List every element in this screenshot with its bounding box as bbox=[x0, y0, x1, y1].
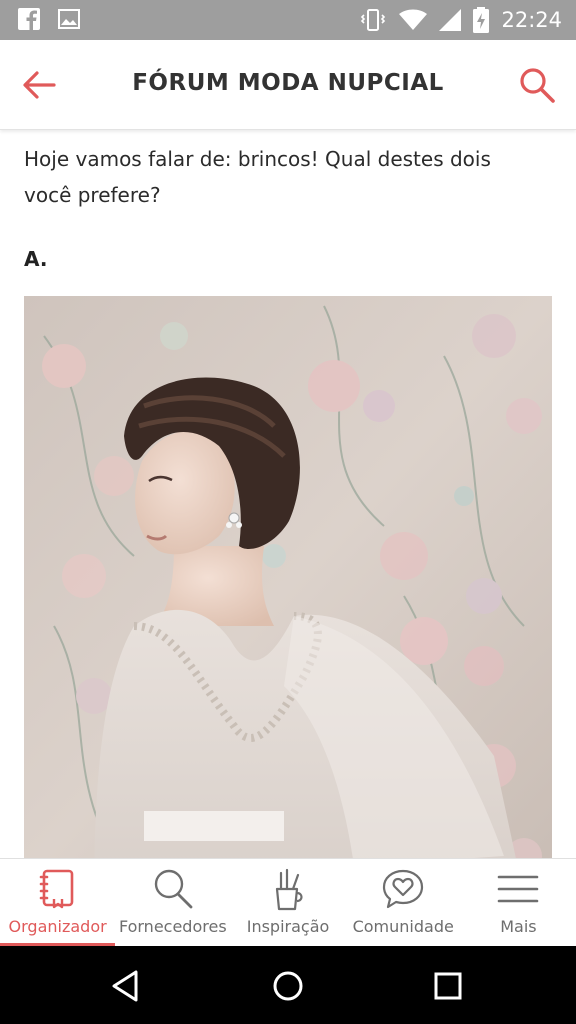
status-time: 22:24 bbox=[501, 8, 562, 32]
back-triangle-icon[interactable] bbox=[106, 966, 146, 1006]
post-text: Hoje vamos falar de: brincos! Qual deste… bbox=[24, 147, 491, 207]
app-bar: FÓRUM MODA NUPCIAL bbox=[0, 40, 576, 130]
page-title: FÓRUM MODA NUPCIAL bbox=[132, 70, 444, 96]
menu-icon bbox=[498, 875, 539, 903]
recents-square-icon[interactable] bbox=[428, 966, 468, 1006]
heart-chat-icon bbox=[383, 869, 424, 909]
post-content: Hoje vamos falar de: brincos! Qual deste… bbox=[0, 131, 576, 858]
home-circle-icon[interactable] bbox=[268, 966, 308, 1006]
nav-label-fornecedores: Fornecedores bbox=[118, 917, 227, 936]
status-bar: 22:24 bbox=[0, 0, 576, 40]
nav-item-inspiracao[interactable]: Inspiração bbox=[230, 859, 345, 946]
nav-item-mais[interactable]: Mais bbox=[461, 859, 576, 946]
wifi-icon bbox=[399, 9, 428, 30]
bride-photo-illustration bbox=[24, 296, 552, 858]
status-right-icons: 22:24 bbox=[359, 7, 562, 33]
bottom-navigation: Organizador Fornecedores Inspiração Comu… bbox=[0, 858, 576, 946]
nav-label-mais: Mais bbox=[500, 917, 537, 936]
search-icon[interactable] bbox=[518, 66, 556, 104]
system-navigation-bar bbox=[0, 946, 576, 1024]
nav-label-comunidade: Comunidade bbox=[352, 917, 454, 936]
signal-icon bbox=[439, 9, 462, 31]
nav-label-inspiracao: Inspiração bbox=[246, 917, 330, 936]
search-icon bbox=[154, 869, 193, 909]
battery-charging-icon bbox=[473, 7, 490, 33]
nav-item-fornecedores[interactable]: Fornecedores bbox=[115, 859, 230, 946]
nav-item-comunidade[interactable]: Comunidade bbox=[346, 859, 461, 946]
nav-item-organizador[interactable]: Organizador bbox=[0, 859, 116, 946]
status-left-icons bbox=[18, 8, 80, 30]
facebook-icon bbox=[18, 8, 40, 30]
image-icon bbox=[58, 9, 80, 29]
vibrate-icon bbox=[361, 9, 386, 31]
option-label: A. bbox=[24, 247, 48, 271]
bride-photo[interactable] bbox=[24, 296, 552, 858]
brushes-cup-icon bbox=[275, 868, 303, 911]
nav-label-organizador: Organizador bbox=[8, 917, 107, 936]
notebook-icon bbox=[39, 869, 73, 909]
